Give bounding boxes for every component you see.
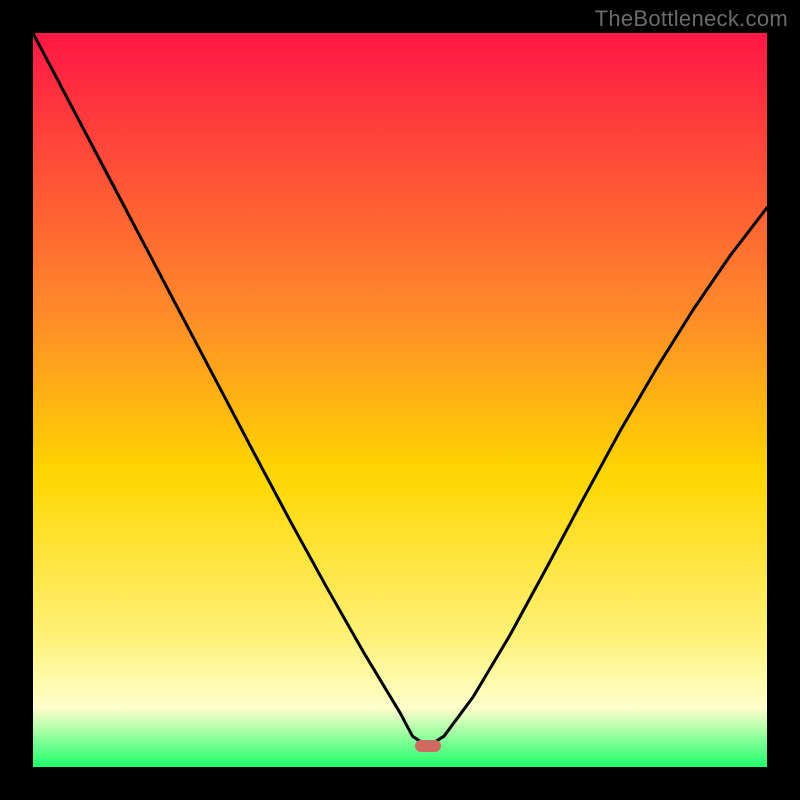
watermark-label: TheBottleneck.com <box>595 6 788 32</box>
optimum-marker <box>415 740 441 752</box>
plot-background <box>33 33 767 767</box>
chart-frame: TheBottleneck.com <box>0 0 800 800</box>
bottleneck-chart <box>0 0 800 800</box>
